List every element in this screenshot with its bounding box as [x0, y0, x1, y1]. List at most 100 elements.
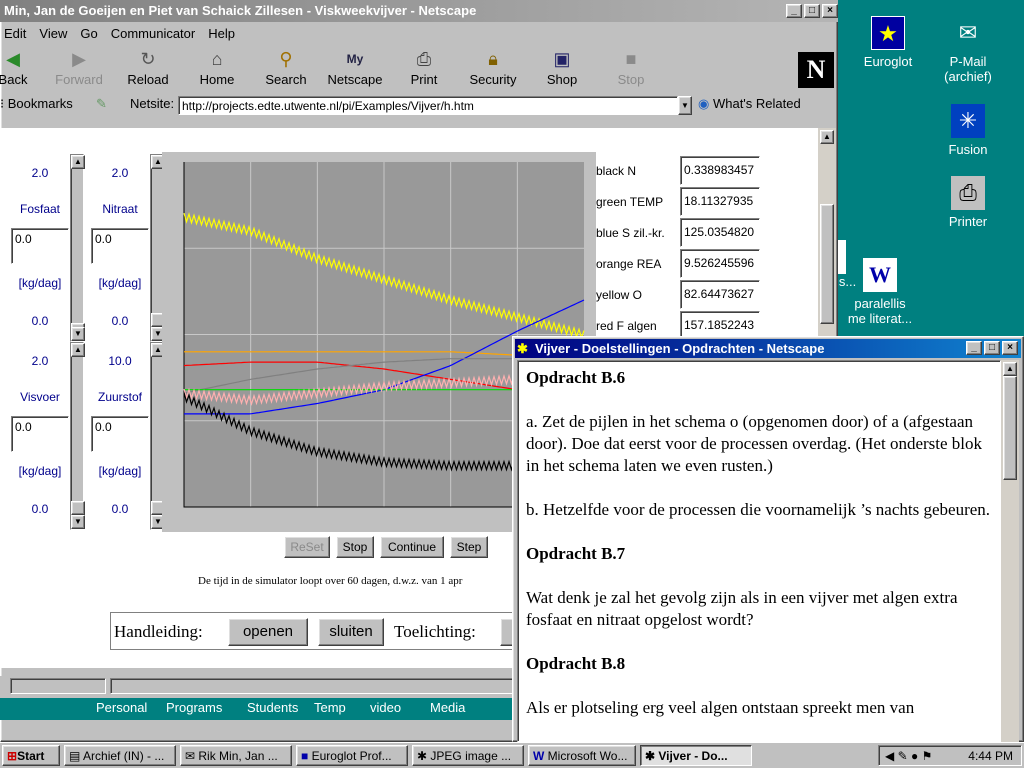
network-icon[interactable]: ●	[911, 749, 918, 763]
quicklink-personal[interactable]: Personal	[96, 700, 147, 715]
menu-communicator[interactable]: Communicator	[107, 24, 205, 44]
home-button[interactable]: ⌂ Home	[182, 46, 252, 92]
reload-button[interactable]: ↻ Reload	[113, 46, 183, 92]
url-dropdown-button[interactable]: ▼	[678, 96, 692, 115]
security-button[interactable]: 🔒︎ Security	[458, 46, 528, 92]
flag-icon[interactable]: ⚑	[922, 749, 933, 763]
output-value-orange[interactable]: 9.526245596	[680, 249, 760, 278]
main-window-titlebar[interactable]: Min, Jan de Goeijen en Piet van Schaick …	[0, 0, 838, 22]
sim-stop-button[interactable]: Stop	[336, 536, 374, 558]
scroll-up-arrow[interactable]: ▲	[1003, 362, 1017, 376]
slider-down-arrow[interactable]: ▼	[71, 515, 85, 529]
whats-related-button[interactable]: ◉ What's Related	[698, 96, 801, 112]
output-value-blue[interactable]: 125.0354820	[680, 218, 760, 247]
assignment-text: Wat denk je zal het gevolg zijn als in e…	[526, 588, 958, 629]
reset-button[interactable]: ReSet	[284, 536, 330, 558]
speaker-icon[interactable]: ◀	[885, 749, 894, 763]
slider-down-arrow[interactable]: ▼	[71, 327, 85, 341]
url-field[interactable]: http://projects.edte.utwente.nl/pi/Examp…	[178, 96, 678, 115]
task-rik-min[interactable]: ✉ Rik Min, Jan ...	[180, 745, 292, 766]
minimize-button[interactable]: _	[786, 4, 802, 18]
zuurstof-input[interactable]: 0.0	[91, 416, 149, 452]
print-button[interactable]: ⎙ Print	[389, 46, 459, 92]
lock-icon: 🔒︎	[488, 49, 498, 69]
reload-icon: ↻	[140, 49, 156, 69]
shop-button[interactable]: ▣ Shop	[527, 46, 597, 92]
task-microsoft-word[interactable]: W Microsoft Wo...	[528, 745, 636, 766]
bookmark-icon: ⁝	[0, 96, 8, 111]
output-value-green[interactable]: 18.11327935	[680, 187, 760, 216]
task-euroglot[interactable]: ■ Euroglot Prof...	[296, 745, 408, 766]
popup-titlebar[interactable]: ✱ Vijver - Doelstellingen - Opdrachten -…	[515, 339, 1021, 358]
continue-button[interactable]: Continue	[380, 536, 444, 558]
stop-button[interactable]: ■ Stop	[596, 46, 666, 92]
slider-up-arrow[interactable]: ▲	[71, 343, 85, 357]
task-archief[interactable]: ▤ Archief (IN) - ...	[64, 745, 176, 766]
desktop-icon-pmail[interactable]: ✉ P-Mail (archief)	[928, 16, 1008, 84]
desktop-icon-fusion[interactable]: ✳ Fusion	[928, 104, 1008, 157]
desktop-icon-label: Euroglot	[863, 54, 913, 69]
output-value-black[interactable]: 0.338983457	[680, 156, 760, 185]
manual-open-button[interactable]: openen	[228, 618, 308, 646]
desktop-icon-label: Fusion	[948, 142, 988, 157]
fosfaat-unit: [kg/dag]	[18, 276, 62, 290]
close-button[interactable]: ×	[822, 4, 838, 18]
netscape-button[interactable]: My Netscape	[320, 46, 390, 92]
task-vijver[interactable]: ✱ Vijver - Do...	[640, 745, 752, 766]
search-button[interactable]: ⚲ Search	[251, 46, 321, 92]
bookmarks-button[interactable]: ⁝ Bookmarks	[0, 96, 73, 112]
start-button[interactable]: ⊞Start	[2, 745, 60, 766]
pen-icon[interactable]: ✎	[898, 749, 908, 763]
quicklink-programs[interactable]: Programs	[166, 700, 222, 715]
main-window-controls: _ □ ×	[784, 4, 838, 18]
netscape-window-icon: ✱	[517, 341, 528, 356]
menu-help[interactable]: Help	[204, 24, 244, 44]
close-button[interactable]: ×	[1002, 341, 1018, 355]
fosfaat-min: 0.0	[31, 314, 49, 328]
slider-thumb[interactable]	[71, 501, 85, 515]
desktop-icon-paralellisme[interactable]: W paralellis me literat...	[840, 258, 920, 326]
page-proxy-icon[interactable]: ✎	[96, 96, 107, 112]
forward-button[interactable]: ▶ Forward	[44, 46, 114, 92]
quicklink-students[interactable]: Students	[247, 700, 298, 715]
maximize-button[interactable]: □	[984, 341, 1000, 355]
nitraat-input[interactable]: 0.0	[91, 228, 149, 264]
output-label-yellow: yellow O	[596, 288, 643, 302]
quicklink-video[interactable]: video	[370, 700, 401, 715]
popup-vertical-scrollbar[interactable]: ▲	[1001, 360, 1019, 742]
back-button[interactable]: ◀ Back	[0, 46, 48, 92]
nitraat-unit: [kg/dag]	[98, 276, 142, 290]
step-button[interactable]: Step	[450, 536, 488, 558]
scroll-up-arrow[interactable]: ▲	[820, 130, 834, 144]
manual-close-button[interactable]: sluiten	[318, 618, 384, 646]
popup-title: Vijver - Doelstellingen - Opdrachten - N…	[535, 341, 825, 356]
task-jpeg-image[interactable]: ✱ JPEG image ...	[412, 745, 524, 766]
menu-edit[interactable]: Edit	[0, 24, 35, 44]
fosfaat-input[interactable]: 0.0	[11, 228, 69, 264]
menu-view[interactable]: View	[35, 24, 76, 44]
desktop-icon-euroglot[interactable]: ★ Euroglot	[848, 16, 928, 69]
quicklink-temp[interactable]: Temp	[314, 700, 346, 715]
system-tray: ◀ ✎ ● ⚑ 4:44 PM	[878, 745, 1022, 766]
visvoer-slider[interactable]: ▲ ▼	[70, 342, 85, 530]
quicklink-media[interactable]: Media	[430, 700, 465, 715]
minimize-button[interactable]: _	[966, 341, 982, 355]
maximize-button[interactable]: □	[804, 4, 820, 18]
popup-content: Opdracht B.6 a. Zet de pijlen in het sch…	[517, 360, 1001, 742]
visvoer-unit: [kg/dag]	[18, 464, 62, 478]
output-label-green: green TEMP	[596, 195, 664, 209]
nitraat-max: 2.0	[111, 166, 129, 180]
word-document-icon: W	[863, 258, 897, 292]
slider-up-arrow[interactable]: ▲	[71, 155, 85, 169]
fosfaat-slider[interactable]: ▲ ▼	[70, 154, 85, 342]
scroll-thumb[interactable]	[820, 204, 834, 324]
printer-icon: ⎙	[951, 176, 985, 210]
output-value-yellow[interactable]: 82.64473627	[680, 280, 760, 309]
visvoer-input[interactable]: 0.0	[11, 416, 69, 452]
zuurstof-label: Zuurstof	[97, 390, 142, 404]
scroll-thumb[interactable]	[1003, 376, 1017, 480]
fosfaat-max: 2.0	[31, 166, 49, 180]
popup-window-controls: _ □ ×	[964, 341, 1018, 355]
desktop-icon-printer[interactable]: ⎙ Printer	[928, 176, 1008, 229]
menu-go[interactable]: Go	[76, 24, 106, 44]
